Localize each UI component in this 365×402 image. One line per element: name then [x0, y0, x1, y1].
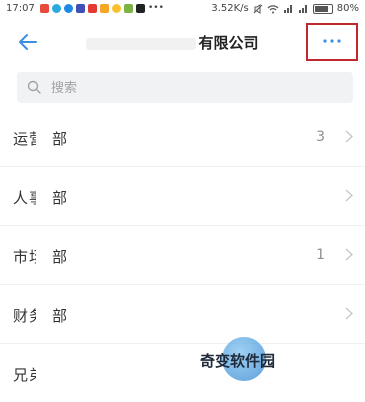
status-bar: 17:07 ••• 3.52K/s 80%: [0, 0, 365, 20]
list-item[interactable]: 人事 部: [0, 167, 365, 226]
app-notification-icon: [124, 4, 133, 13]
app-notification-icon: [100, 4, 109, 13]
page-title: 有限公司: [60, 32, 285, 53]
arrow-left-icon[interactable]: [16, 30, 40, 54]
network-speed: 3.52K/s: [211, 3, 249, 14]
chevron-right-icon: [345, 130, 353, 143]
page-title-text: 有限公司: [198, 34, 259, 52]
search-input[interactable]: [49, 77, 343, 99]
redaction-mask: [36, 242, 50, 268]
search-bar[interactable]: [17, 72, 353, 103]
redacted-text: [86, 37, 197, 50]
department-suffix: 部: [52, 307, 68, 325]
app-notification-icon: [76, 4, 85, 13]
notification-icons: •••: [40, 4, 164, 13]
department-suffix: 部: [52, 130, 68, 148]
app-notification-icon: [112, 4, 121, 13]
battery-icon: [312, 3, 333, 14]
more-button[interactable]: [306, 23, 358, 61]
status-time: 17:07: [6, 3, 35, 14]
signal-icon: [298, 4, 307, 13]
list-item[interactable]: 运营 部 3: [0, 108, 365, 167]
mute-icon: [253, 3, 263, 14]
chevron-right-icon: [345, 248, 353, 261]
app-notification-icon: [52, 4, 61, 13]
overflow-dots-icon: •••: [148, 3, 164, 13]
more-horizontal-icon: [323, 39, 341, 43]
signal-icon: [283, 4, 292, 13]
list-item[interactable]: 市场 部 1: [0, 226, 365, 285]
redaction-mask: [36, 183, 50, 209]
app-notification-icon: [64, 4, 73, 13]
chevron-right-icon: [345, 307, 353, 320]
redaction-mask: [36, 124, 50, 150]
search-icon: [27, 80, 41, 94]
watermark-text: 奇变软件园: [200, 352, 276, 370]
department-suffix: 部: [52, 189, 68, 207]
watermark-logo: 奇变软件园: [200, 333, 320, 383]
app-notification-icon: [88, 4, 97, 13]
battery-level: 80%: [336, 3, 359, 14]
redaction-mask: [36, 360, 50, 386]
department-suffix: 部: [52, 248, 68, 266]
status-right: 3.52K/s 80%: [211, 3, 359, 14]
app-notification-icon: [40, 4, 49, 13]
wifi-icon: [267, 4, 279, 13]
member-count: 3: [316, 129, 325, 145]
chevron-right-icon: [345, 189, 353, 202]
top-bar: 有限公司: [0, 20, 365, 66]
member-count: 1: [316, 247, 325, 263]
app-notification-icon: [136, 4, 145, 13]
redaction-mask: [36, 301, 50, 327]
